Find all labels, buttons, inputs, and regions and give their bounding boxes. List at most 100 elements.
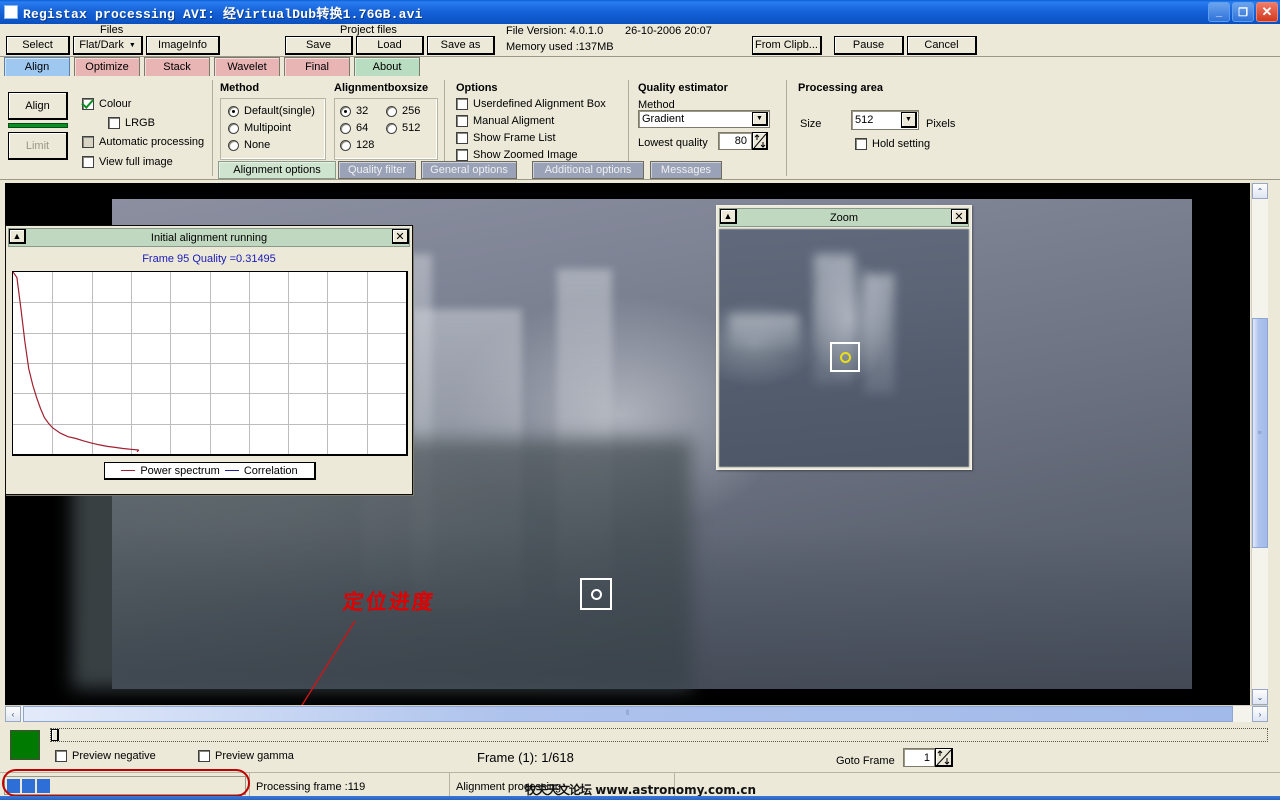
- cancel-button[interactable]: Cancel: [907, 36, 977, 55]
- from-clipboard-button[interactable]: From Clipb...: [752, 36, 822, 55]
- subtab-additional-options[interactable]: Additional options: [532, 161, 644, 179]
- initial-alignment-dialog[interactable]: Initial alignment running ▲ ✕ Frame 95 Q…: [5, 225, 413, 495]
- scroll-right-icon[interactable]: ›: [1252, 706, 1268, 722]
- checkbox-preview-gamma[interactable]: Preview gamma: [198, 750, 294, 762]
- align-button[interactable]: Align: [8, 92, 68, 120]
- checkbox-automatic-processing[interactable]: Automatic processing: [82, 136, 204, 148]
- toolbar: Files Project files Select Flat/Dark ▼ I…: [0, 24, 1280, 57]
- radio-boxsize-256[interactable]: 256: [386, 105, 420, 117]
- tab-align[interactable]: Align: [4, 57, 70, 76]
- frame-slider-knob[interactable]: [51, 729, 59, 741]
- checkbox-show-frame-list-box[interactable]: [456, 132, 468, 144]
- close-icon[interactable]: ✕: [1256, 2, 1278, 22]
- checkbox-lrgb-box[interactable]: [108, 117, 120, 129]
- image-vertical-scrollbar[interactable]: ⌃ ≡ ⌄: [1251, 183, 1268, 705]
- save-button[interactable]: Save: [285, 36, 353, 55]
- subtab-alignment-options[interactable]: Alignment options: [218, 161, 336, 179]
- radio-boxsize-64[interactable]: 64: [340, 122, 368, 134]
- goto-frame-stepper[interactable]: [935, 748, 953, 767]
- checkbox-manual-aligment[interactable]: Manual Aligment: [456, 115, 554, 127]
- radio-boxsize-32[interactable]: 32: [340, 105, 368, 117]
- files-group-caption: Files: [100, 24, 124, 36]
- subtab-quality-filter[interactable]: Quality filter: [338, 161, 416, 179]
- radio-multipoint-dot[interactable]: [228, 122, 239, 134]
- checkbox-view-full-image-box[interactable]: [82, 156, 94, 168]
- checkbox-show-zoomed-image[interactable]: Show Zoomed Image: [456, 149, 578, 161]
- radio-boxsize-512[interactable]: 512: [386, 122, 420, 134]
- imageinfo-button[interactable]: ImageInfo: [146, 36, 220, 55]
- frame-slider[interactable]: [50, 728, 1268, 742]
- minimize-icon[interactable]: _: [1208, 2, 1230, 22]
- image-horizontal-scrollbar[interactable]: ‹ ⦀ ›: [5, 705, 1268, 722]
- chevron-down-icon[interactable]: ▼: [901, 112, 917, 128]
- tab-stack[interactable]: Stack: [144, 57, 210, 76]
- color-swatch[interactable]: [10, 730, 40, 760]
- subtab-messages[interactable]: Messages: [650, 161, 722, 179]
- horizontal-scroll-thumb[interactable]: ⦀: [23, 706, 1233, 722]
- zoom-dialog-minimize-icon[interactable]: ▲: [720, 209, 737, 224]
- radio-none[interactable]: None: [228, 139, 270, 151]
- scroll-down-icon[interactable]: ⌄: [1252, 689, 1268, 705]
- checkbox-view-full-image[interactable]: View full image: [82, 156, 173, 168]
- radio-boxsize-256-dot[interactable]: [386, 105, 397, 117]
- checkbox-userdefined-alignment-box-box[interactable]: [456, 98, 468, 110]
- vertical-scroll-thumb[interactable]: ≡: [1252, 318, 1268, 548]
- options-title: Options: [456, 82, 498, 94]
- radio-default-single-dot[interactable]: [228, 105, 239, 117]
- save-as-button[interactable]: Save as: [427, 36, 495, 55]
- load-button[interactable]: Load: [356, 36, 424, 55]
- plot-dialog-minimize-icon[interactable]: ▲: [9, 229, 26, 244]
- tab-about[interactable]: About: [354, 57, 420, 76]
- lowest-quality-input[interactable]: 80: [718, 132, 752, 150]
- checkbox-lrgb[interactable]: LRGB: [108, 117, 155, 129]
- limit-button[interactable]: Limit: [8, 132, 68, 160]
- radio-boxsize-128-dot[interactable]: [340, 139, 351, 151]
- quality-method-value: Gradient: [642, 113, 685, 125]
- tab-optimize[interactable]: Optimize: [74, 57, 140, 76]
- checkbox-preview-negative-label: Preview negative: [72, 750, 156, 762]
- file-version-label: File Version: 4.0.1.0: [506, 25, 604, 37]
- checkbox-preview-gamma-box[interactable]: [198, 750, 210, 762]
- select-button[interactable]: Select: [6, 36, 70, 55]
- radio-none-label: None: [244, 139, 271, 151]
- checkbox-userdefined-alignment-box[interactable]: Userdefined Alignment Box: [456, 98, 606, 110]
- plot-dialog-close-icon[interactable]: ✕: [392, 229, 409, 244]
- checkbox-automatic-processing-box[interactable]: [82, 136, 94, 148]
- image-preview-area[interactable]: 定位进度 Initial alignment running ▲ ✕ Frame…: [5, 183, 1250, 705]
- chevron-down-icon[interactable]: ▼: [752, 112, 768, 126]
- radio-boxsize-32-dot[interactable]: [340, 105, 351, 117]
- scroll-up-icon[interactable]: ⌃: [1252, 183, 1268, 199]
- flat-dark-button[interactable]: Flat/Dark ▼: [73, 36, 143, 55]
- radio-boxsize-512-dot[interactable]: [386, 122, 397, 134]
- goto-frame-input[interactable]: 1: [903, 748, 935, 767]
- pause-button[interactable]: Pause: [834, 36, 904, 55]
- checkbox-colour-box[interactable]: [82, 98, 94, 110]
- tab-wavelet[interactable]: Wavelet: [214, 57, 280, 76]
- zoom-dialog[interactable]: Zoom ▲ ✕: [716, 205, 972, 470]
- quality-method-select[interactable]: Gradient ▼: [638, 110, 770, 128]
- checkbox-preview-negative-box[interactable]: [55, 750, 67, 762]
- checkbox-show-frame-list[interactable]: Show Frame List: [456, 132, 556, 144]
- scroll-left-icon[interactable]: ‹: [5, 706, 21, 722]
- checkbox-manual-aligment-box[interactable]: [456, 115, 468, 127]
- radio-multipoint[interactable]: Multipoint: [228, 122, 291, 134]
- tab-final[interactable]: Final: [284, 57, 350, 76]
- zoom-alignment-box[interactable]: [830, 342, 860, 372]
- processing-size-select[interactable]: 512 ▼: [851, 110, 919, 130]
- radio-none-dot[interactable]: [228, 139, 239, 151]
- lowest-quality-stepper[interactable]: [752, 132, 768, 150]
- checkbox-colour[interactable]: Colour: [82, 98, 131, 110]
- zoom-dialog-close-icon[interactable]: ✕: [951, 209, 968, 224]
- checkbox-hold-setting-box[interactable]: [855, 138, 867, 150]
- radio-boxsize-64-dot[interactable]: [340, 122, 351, 134]
- alignment-box[interactable]: [580, 578, 612, 610]
- zoom-alignment-center-icon: [839, 351, 851, 363]
- project-button-group: Save Load Save as: [285, 36, 498, 55]
- maximize-icon[interactable]: ❐: [1232, 2, 1254, 22]
- subtab-general-options[interactable]: General options: [421, 161, 517, 179]
- checkbox-preview-negative[interactable]: Preview negative: [55, 750, 156, 762]
- checkbox-show-zoomed-image-box[interactable]: [456, 149, 468, 161]
- radio-boxsize-128[interactable]: 128: [340, 139, 374, 151]
- checkbox-hold-setting[interactable]: Hold setting: [855, 138, 930, 150]
- radio-default-single[interactable]: Default(single): [228, 105, 315, 117]
